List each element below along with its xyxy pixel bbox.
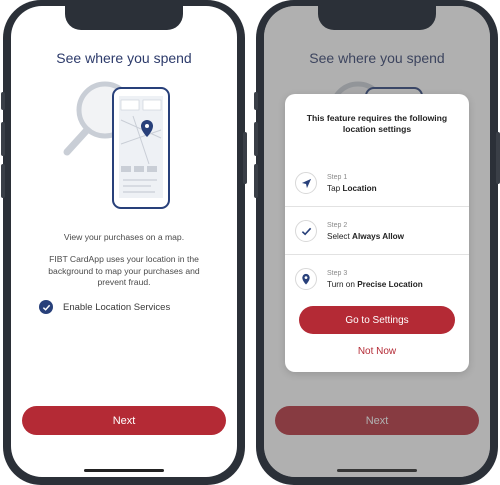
left-screen: See where you spend View your purchases … <box>11 6 237 477</box>
phone-side-button <box>1 92 5 110</box>
step-prefix: Tap <box>327 183 343 193</box>
map-pin-icon <box>295 268 317 290</box>
right-screen: See where you spend Next This feature re… <box>264 6 490 477</box>
modal-title-line: This feature requires the following <box>306 113 448 123</box>
step-number: Step 2 <box>327 221 348 229</box>
step-bold: Precise Location <box>357 279 423 289</box>
step-number: Step 1 <box>327 173 348 181</box>
location-arrow-icon <box>295 172 317 194</box>
modal-title-line: location settings <box>342 124 412 134</box>
go-to-settings-button[interactable]: Go to Settings <box>299 306 455 334</box>
phone-side-button <box>1 122 5 156</box>
divider <box>285 254 469 255</box>
checkmark-icon <box>295 220 317 242</box>
detail-text: FIBT CardApp uses your location in the b… <box>48 254 200 287</box>
not-now-link[interactable]: Not Now <box>285 346 469 357</box>
step-number: Step 3 <box>327 269 348 277</box>
description-text: View your purchases on a map. <box>63 232 185 242</box>
step-prefix: Select <box>327 231 353 241</box>
phone-side-button <box>254 92 258 110</box>
step-1-row: Step 1 Tap Location <box>285 160 469 206</box>
home-indicator <box>84 469 164 472</box>
phone-side-button <box>1 164 5 198</box>
divider <box>285 206 469 207</box>
step-bold: Location <box>342 183 377 193</box>
checkmark-circle-icon[interactable] <box>39 300 53 314</box>
step-bold: Always Allow <box>352 231 405 241</box>
next-button[interactable]: Next <box>22 406 226 435</box>
enable-location-label: Enable Location Services <box>63 301 171 313</box>
location-settings-modal: This feature requires the following loca… <box>285 94 469 372</box>
phone-side-button <box>496 132 500 184</box>
phone-notch <box>318 6 436 30</box>
phone-map-illustration <box>63 81 170 209</box>
step-description: Tap Location <box>327 184 377 193</box>
phone-side-button <box>243 132 247 184</box>
step-3-row: Step 3 Turn on Precise Location <box>285 256 469 302</box>
right-phone: See where you spend Next This feature re… <box>254 0 500 485</box>
phone-side-button <box>254 164 258 198</box>
enable-location-toggle[interactable]: Enable Location Services <box>39 300 170 314</box>
step-description: Turn on Precise Location <box>327 280 423 289</box>
step-description: Select Always Allow <box>327 232 404 241</box>
step-prefix: Turn on <box>327 279 358 289</box>
page-title: See where you spend <box>56 50 192 66</box>
phone-notch <box>65 6 183 30</box>
left-phone: See where you spend View your purchases … <box>1 0 247 485</box>
phone-side-button <box>254 122 258 156</box>
step-2-row: Step 2 Select Always Allow <box>285 208 469 254</box>
modal-title: This feature requires the following loca… <box>295 113 459 135</box>
